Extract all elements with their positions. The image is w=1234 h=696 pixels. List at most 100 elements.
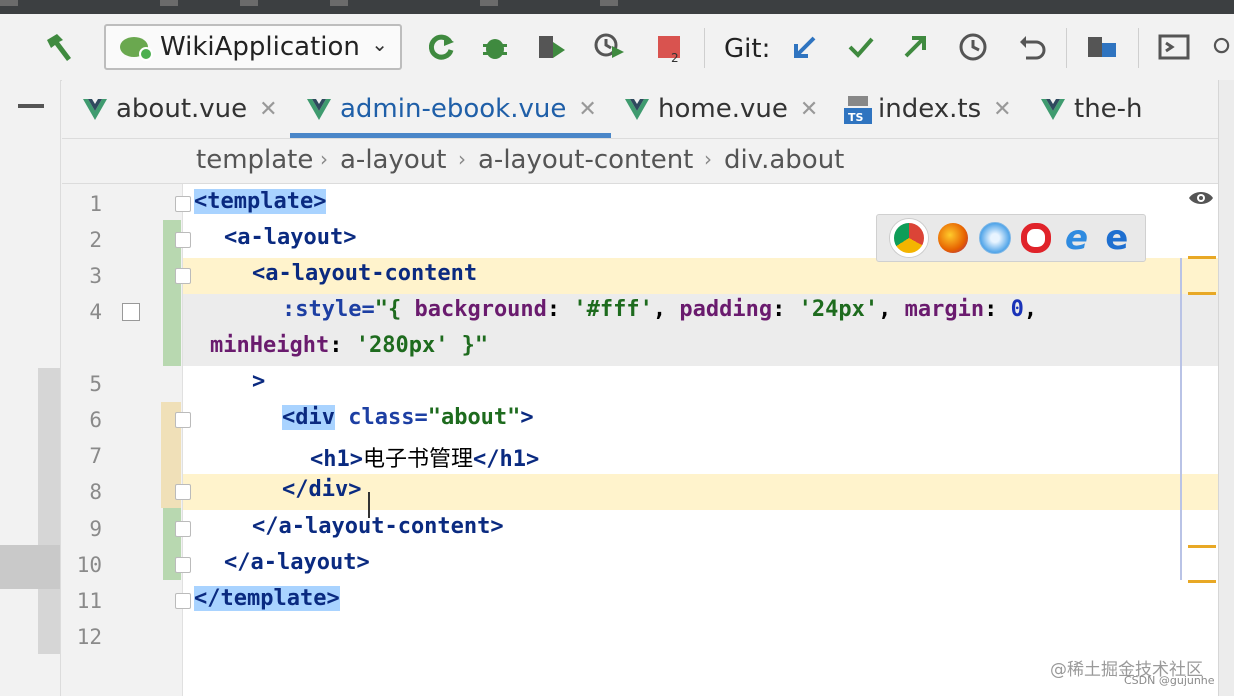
fold-marker[interactable] bbox=[175, 557, 191, 573]
code-token: </h1> bbox=[473, 447, 540, 472]
line-number: 6 bbox=[89, 408, 102, 432]
right-tool-strip bbox=[1218, 80, 1234, 696]
main-toolbar: WikiApplication ⌄ 2 Git: bbox=[0, 14, 1234, 81]
profile-icon[interactable] bbox=[590, 32, 630, 62]
close-icon[interactable]: ✕ bbox=[993, 97, 1011, 122]
line-number: 4 bbox=[89, 300, 102, 324]
code-token: '#fff' bbox=[573, 297, 653, 322]
breadcrumb-separator: › bbox=[458, 147, 466, 171]
code-token: </a-layout> bbox=[224, 550, 370, 575]
fold-marker[interactable] bbox=[175, 521, 191, 537]
code-token: '24px' bbox=[798, 297, 879, 322]
chevron-down-icon: ⌄ bbox=[371, 32, 388, 56]
tab-label: index.ts bbox=[878, 94, 982, 124]
svg-text:TS: TS bbox=[848, 111, 864, 124]
line-number: 7 bbox=[89, 444, 102, 468]
title-fragment bbox=[480, 0, 498, 6]
stop-icon[interactable] bbox=[652, 32, 686, 62]
collapse-icon[interactable] bbox=[18, 104, 44, 108]
tab-admin-ebook-vue[interactable]: admin-ebook.vue ✕ bbox=[290, 80, 611, 138]
edge-icon[interactable]: e bbox=[1102, 221, 1132, 255]
toolbar-separator bbox=[1066, 28, 1067, 68]
close-icon[interactable]: ✕ bbox=[800, 97, 818, 122]
text-cursor bbox=[368, 492, 370, 518]
code-line: <a-layout-content bbox=[252, 261, 477, 286]
code-line: > bbox=[252, 369, 265, 394]
coverage-icon[interactable] bbox=[532, 32, 572, 62]
toolbar-separator bbox=[704, 28, 705, 68]
code-line: </a-layout-content> bbox=[252, 514, 504, 539]
code-token: '280px' bbox=[355, 333, 449, 358]
fold-marker[interactable] bbox=[175, 232, 191, 248]
git-push-icon[interactable] bbox=[900, 32, 930, 62]
opera-icon[interactable] bbox=[1021, 223, 1052, 253]
debug-bug-icon[interactable] bbox=[478, 32, 512, 62]
project-structure-icon[interactable] bbox=[1084, 32, 1120, 62]
rerun-icon[interactable] bbox=[424, 32, 458, 62]
fold-marker[interactable] bbox=[175, 268, 191, 284]
code-token: padding bbox=[679, 297, 773, 322]
title-fragment bbox=[330, 0, 348, 6]
safari-icon[interactable] bbox=[978, 222, 1011, 254]
preview-eye-icon[interactable] bbox=[1188, 188, 1214, 213]
git-update-icon[interactable] bbox=[790, 32, 820, 62]
close-icon[interactable]: ✕ bbox=[578, 97, 596, 122]
firefox-icon[interactable] bbox=[938, 223, 969, 253]
terminal-window-icon[interactable] bbox=[1156, 32, 1192, 62]
tab-home-vue[interactable]: home.vue ✕ bbox=[624, 80, 818, 138]
chrome-icon[interactable] bbox=[890, 219, 929, 257]
error-stripe-marker[interactable] bbox=[1188, 545, 1216, 548]
internet-explorer-icon[interactable]: e bbox=[1061, 221, 1091, 255]
code-token: > bbox=[520, 405, 534, 430]
tab-label: about.vue bbox=[116, 94, 248, 124]
line-number: 9 bbox=[89, 517, 102, 541]
run-configuration-select[interactable]: WikiApplication ⌄ bbox=[104, 24, 402, 70]
rollback-icon[interactable] bbox=[1014, 32, 1048, 62]
git-commit-check-icon[interactable] bbox=[846, 32, 876, 62]
code-line: </a-layout> bbox=[224, 550, 370, 575]
breadcrumb-item[interactable]: a-layout-content bbox=[478, 145, 693, 175]
vue-icon bbox=[625, 99, 649, 120]
breadcrumb-item[interactable]: div.about bbox=[724, 145, 844, 175]
left-scroll-marker bbox=[0, 545, 60, 589]
tab-label: the-h bbox=[1074, 94, 1143, 124]
code-token: background bbox=[414, 297, 547, 322]
code-line: <a-layout> bbox=[224, 225, 356, 250]
build-hammer-icon[interactable] bbox=[40, 32, 76, 62]
line-number: 2 bbox=[89, 228, 102, 252]
code-line: <div class="about"> bbox=[282, 405, 534, 430]
tab-the-h[interactable]: the-h bbox=[1040, 80, 1143, 138]
code-token: <div bbox=[282, 405, 335, 430]
fold-marker[interactable] bbox=[175, 196, 191, 212]
code-line: </template> bbox=[194, 586, 340, 611]
line-number: 8 bbox=[89, 480, 102, 504]
code-token: <h1> bbox=[310, 447, 363, 472]
fold-marker[interactable] bbox=[175, 593, 191, 609]
line-number: 10 bbox=[76, 553, 102, 577]
breadcrumb-item[interactable]: template bbox=[196, 145, 313, 175]
code-line: </div> bbox=[282, 477, 361, 502]
fold-marker[interactable] bbox=[175, 484, 191, 500]
spring-leaf-icon bbox=[120, 37, 153, 61]
tab-label: home.vue bbox=[658, 94, 788, 124]
fold-marker[interactable] bbox=[175, 412, 191, 428]
code-token: class= bbox=[334, 405, 428, 430]
watermark: CSDN @gujunhe bbox=[1124, 674, 1215, 687]
history-clock-icon[interactable] bbox=[956, 32, 990, 62]
window-title-strip bbox=[0, 0, 1234, 14]
title-fragment bbox=[600, 0, 618, 6]
bookmark-checkbox[interactable] bbox=[122, 303, 140, 321]
tab-index-ts[interactable]: TS index.ts ✕ bbox=[844, 80, 1012, 138]
error-stripe-marker[interactable] bbox=[1188, 292, 1216, 295]
code-token: <template> bbox=[194, 189, 327, 214]
code-token: <a-layout-content bbox=[252, 261, 478, 286]
code-token: 0 bbox=[1010, 297, 1024, 322]
code-token: minHeight bbox=[210, 333, 330, 358]
search-icon[interactable] bbox=[1212, 32, 1234, 62]
tab-about-vue[interactable]: about.vue ✕ bbox=[82, 80, 278, 138]
close-icon[interactable]: ✕ bbox=[259, 97, 277, 122]
breadcrumb-item[interactable]: a-layout bbox=[340, 145, 446, 175]
error-stripe-marker[interactable] bbox=[1188, 580, 1216, 583]
error-stripe-marker[interactable] bbox=[1188, 256, 1216, 259]
code-line: <h1>电子书管理</h1> bbox=[310, 441, 539, 473]
